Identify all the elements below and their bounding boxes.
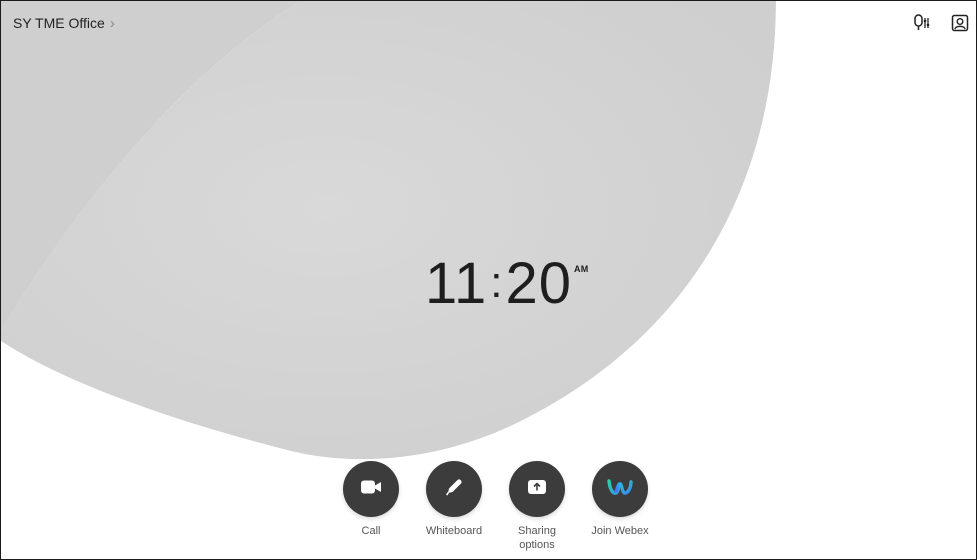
whiteboard-label: Whiteboard <box>425 525 483 537</box>
whiteboard-button-circle[interactable] <box>426 461 482 517</box>
clock: 11 : 20 AM <box>425 247 589 321</box>
join-webex-button-circle[interactable] <box>592 461 648 517</box>
webex-logo-icon <box>607 478 633 501</box>
location-name: SY TME Office <box>13 15 105 31</box>
join-webex-label: Join Webex <box>591 525 649 537</box>
video-camera-icon <box>360 479 382 500</box>
self-view-icon[interactable] <box>950 13 970 33</box>
clock-meridiem: AM <box>573 264 589 274</box>
call-button-circle[interactable] <box>343 461 399 517</box>
clock-hours: 11 <box>425 251 488 316</box>
whiteboard-button[interactable]: Whiteboard <box>426 461 482 552</box>
sharing-options-button[interactable]: Sharing options <box>509 461 565 552</box>
call-label: Call <box>361 525 381 537</box>
mic-settings-icon[interactable] <box>912 13 932 33</box>
top-right-controls <box>912 13 970 33</box>
sharing-options-button-circle[interactable] <box>509 461 565 517</box>
pencil-icon <box>444 477 464 502</box>
sharing-options-label: Sharing options <box>518 525 556 551</box>
call-button[interactable]: Call <box>343 461 399 552</box>
join-webex-button[interactable]: Join Webex <box>591 461 649 552</box>
share-upload-icon <box>527 479 547 500</box>
home-screen: SY TME Office › 11 : 20 AM Call Whiteboa… <box>0 0 977 560</box>
chevron-right-icon: › <box>109 14 115 32</box>
clock-minutes: 20 <box>505 251 572 316</box>
clock-separator: : <box>490 258 503 307</box>
location-breadcrumb[interactable]: SY TME Office › <box>13 15 115 31</box>
action-dock: Call Whiteboard Sharing options Join Web… <box>343 461 649 552</box>
